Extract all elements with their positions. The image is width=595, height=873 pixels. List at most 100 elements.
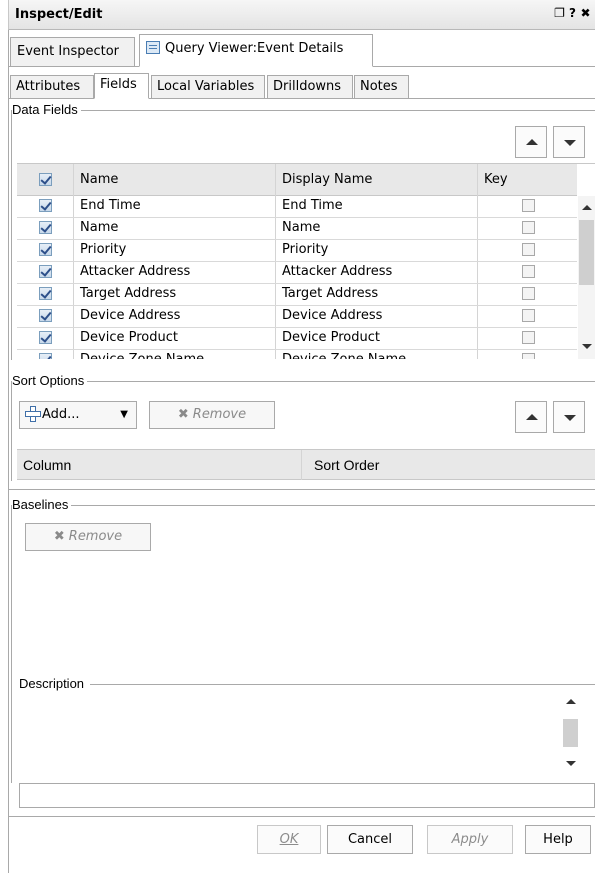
include-checkbox[interactable] <box>39 265 52 278</box>
select-all-header <box>17 164 74 196</box>
row-check-cell <box>17 218 74 239</box>
key-cell <box>478 196 577 217</box>
arrow-down-icon <box>564 140 576 146</box>
column-header-column[interactable]: Column <box>20 450 302 480</box>
table-row[interactable]: End Time End Time <box>17 196 577 218</box>
table-row[interactable]: Device Zone NameDevice Zone Name <box>17 350 577 359</box>
add-dropdown-button[interactable]: Add... ▼ <box>19 401 137 429</box>
apply-label: Apply <box>451 832 489 847</box>
subtab-label: Local Variables <box>157 79 255 94</box>
sort-move-up-button[interactable] <box>515 401 547 433</box>
field-display-name[interactable]: Device Product <box>276 328 478 349</box>
column-header-key[interactable]: Key <box>478 164 577 196</box>
field-name: Target Address <box>74 284 276 305</box>
key-checkbox[interactable] <box>522 221 535 234</box>
restore-icon[interactable]: ❐ <box>554 6 567 20</box>
scroll-thumb[interactable] <box>563 719 578 747</box>
include-checkbox[interactable] <box>39 243 52 256</box>
field-name: Device Zone Name <box>74 350 276 359</box>
include-checkbox[interactable] <box>39 287 52 300</box>
sort-options-label: Sort Options <box>12 373 88 388</box>
grid-header: Name Display Name Key <box>17 164 577 196</box>
column-header-sort-order[interactable]: Sort Order <box>311 450 591 480</box>
baselines-label: Baselines <box>12 497 72 512</box>
data-fields-label: Data Fields <box>12 102 81 117</box>
field-display-name[interactable]: Device Zone Name <box>276 350 478 359</box>
scroll-down-icon[interactable] <box>566 761 576 766</box>
include-checkbox[interactable] <box>39 309 52 322</box>
table-row[interactable]: Device Address Device Address <box>17 306 577 328</box>
tab-label: Event Inspector <box>17 44 120 59</box>
include-checkbox[interactable] <box>39 221 52 234</box>
description-input[interactable] <box>19 783 595 808</box>
move-up-button[interactable] <box>515 126 547 158</box>
column-header-display-name[interactable]: Display Name <box>276 164 478 196</box>
help-button[interactable]: Help <box>525 825 591 854</box>
description-scrollbar[interactable] <box>562 693 579 773</box>
sort-remove-button[interactable]: ✖ Remove <box>149 401 275 429</box>
table-row[interactable]: Target Address Target Address <box>17 284 577 306</box>
row-check-cell <box>17 350 74 359</box>
select-all-checkbox[interactable] <box>39 173 52 186</box>
data-fields-scrollbar[interactable] <box>578 196 595 359</box>
apply-button[interactable]: Apply <box>427 825 513 854</box>
ok-button[interactable]: OK <box>257 825 321 854</box>
subtab-notes[interactable]: Notes <box>354 75 409 99</box>
add-label: Add... <box>42 407 80 422</box>
field-display-name[interactable]: Target Address <box>276 284 478 305</box>
table-row[interactable]: Attacker Address Attacker Address <box>17 262 577 284</box>
field-display-name[interactable]: End Time <box>276 196 478 217</box>
close-icon[interactable]: ✖ <box>580 6 593 20</box>
subtab-fields[interactable]: Fields <box>94 73 149 99</box>
scroll-thumb[interactable] <box>579 220 594 285</box>
field-display-name[interactable]: Device Address <box>276 306 478 327</box>
key-cell <box>478 240 577 261</box>
move-down-button[interactable] <box>553 126 585 158</box>
key-checkbox[interactable] <box>522 243 535 256</box>
sort-move-down-button[interactable] <box>553 401 585 433</box>
field-name: Priority <box>74 240 276 261</box>
include-checkbox[interactable] <box>39 199 52 212</box>
field-display-name[interactable]: Attacker Address <box>276 262 478 283</box>
help-icon[interactable]: ? <box>567 6 580 20</box>
arrow-up-icon <box>526 139 538 145</box>
field-display-name[interactable]: Priority <box>276 240 478 261</box>
subtab-local-variables[interactable]: Local Variables <box>151 75 265 99</box>
key-checkbox[interactable] <box>522 265 535 278</box>
panel-title: Inspect/Edit <box>15 7 103 22</box>
help-label: Help <box>543 832 573 847</box>
row-check-cell <box>17 328 74 349</box>
key-checkbox[interactable] <box>522 331 535 344</box>
tab-query-viewer[interactable]: Query Viewer:Event Details <box>139 34 373 67</box>
key-checkbox[interactable] <box>522 199 535 212</box>
data-fields-grid: Name Display Name Key End Time End Time Na… <box>17 163 595 359</box>
table-row[interactable]: Device Product Device Product <box>17 328 577 350</box>
scroll-up-icon[interactable] <box>566 699 576 704</box>
key-checkbox[interactable] <box>522 287 535 300</box>
field-name: Attacker Address <box>74 262 276 283</box>
table-row[interactable]: Name Name <box>17 218 577 240</box>
subtab-drilldowns[interactable]: Drilldowns <box>267 75 353 99</box>
subtab-attributes[interactable]: Attributes <box>10 75 94 99</box>
key-cell <box>478 328 577 349</box>
add-icon <box>25 406 41 422</box>
cancel-button[interactable]: Cancel <box>327 825 413 854</box>
cancel-label: Cancel <box>347 832 393 847</box>
sort-grid-header: Column Sort Order <box>17 449 595 480</box>
field-display-name[interactable]: Name <box>276 218 478 239</box>
scroll-up-icon[interactable] <box>582 205 592 210</box>
arrow-down-icon <box>564 415 576 421</box>
subtab-label: Attributes <box>16 79 81 94</box>
key-checkbox[interactable] <box>522 309 535 322</box>
table-row[interactable]: Priority Priority <box>17 240 577 262</box>
include-checkbox[interactable] <box>39 331 52 344</box>
subtab-label: Fields <box>100 77 137 92</box>
remove-label: Remove <box>192 407 247 422</box>
baselines-remove-button[interactable]: ✖ Remove <box>25 523 151 551</box>
include-checkbox[interactable] <box>39 353 52 359</box>
tab-event-inspector[interactable]: Event Inspector <box>10 37 135 67</box>
scroll-down-icon[interactable] <box>582 344 592 349</box>
title-bar: Inspect/Edit ❐? ✖ <box>8 0 595 30</box>
column-header-name[interactable]: Name <box>74 164 276 196</box>
key-checkbox[interactable] <box>522 353 535 359</box>
